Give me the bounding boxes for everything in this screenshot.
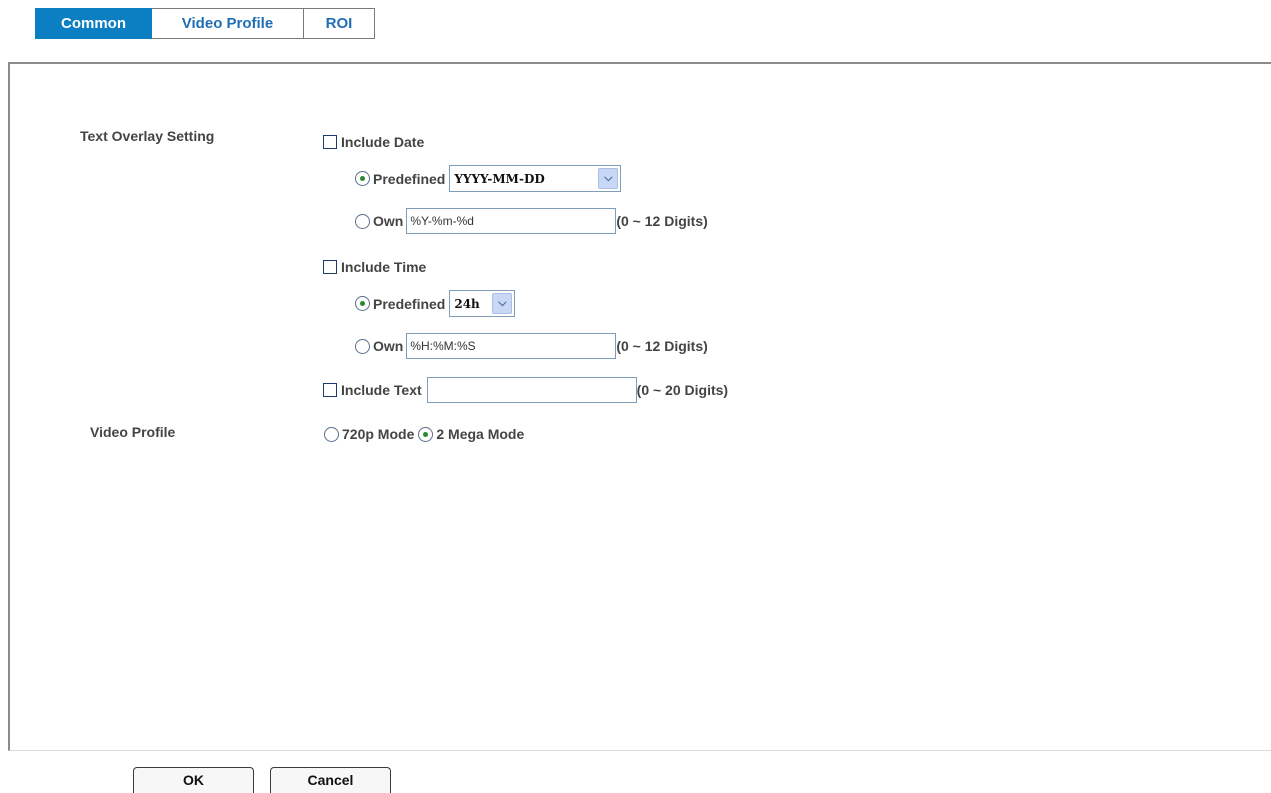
date-format-select[interactable]: YYYY-MM-DD ⌵ (449, 165, 622, 192)
date-own-row: Own %Y-%m-%d (0 ~ 12 Digits) (355, 208, 708, 234)
date-own-input[interactable]: %Y-%m-%d (406, 208, 617, 234)
include-date-checkbox[interactable] (323, 135, 337, 149)
video-720p-radio[interactable] (324, 426, 339, 442)
include-text-row: Include Text (0 ~ 20 Digits) (323, 377, 728, 403)
video-2mega-label: 2 Mega Mode (436, 426, 525, 442)
time-own-row: Own %H:%M:%S (0 ~ 12 Digits) (355, 333, 708, 359)
include-text-hint: (0 ~ 20 Digits) (636, 382, 729, 398)
include-text-checkbox[interactable] (323, 383, 337, 397)
video-profile-label: Video Profile (90, 424, 176, 440)
tab-bar: Common Video Profile ROI (35, 8, 375, 40)
cancel-button[interactable]: Cancel (270, 767, 391, 793)
time-format-value: 24h (454, 296, 480, 311)
time-predefined-label: Predefined (373, 295, 446, 312)
include-time-checkbox[interactable] (323, 260, 337, 274)
time-own-label: Own (373, 338, 404, 354)
time-own-input[interactable]: %H:%M:%S (406, 333, 617, 359)
include-text-label: Include Text (341, 382, 422, 398)
video-profile-row: 720p Mode 2 Mega Mode (324, 426, 524, 442)
include-text-input[interactable] (426, 377, 637, 403)
text-overlay-setting-label: Text Overlay Setting (80, 128, 215, 144)
chevron-down-icon[interactable]: ⌵ (492, 293, 513, 314)
tab-roi[interactable]: ROI (304, 8, 375, 39)
date-predefined-row: Predefined YYYY-MM-DD ⌵ (355, 165, 622, 192)
date-own-hint: (0 ~ 12 Digits) (616, 213, 708, 229)
chevron-down-icon[interactable]: ⌵ (598, 168, 619, 189)
time-predefined-radio[interactable] (355, 296, 370, 311)
time-predefined-row: Predefined 24h ⌵ (355, 290, 516, 317)
include-time-label: Include Time (341, 259, 427, 275)
time-own-hint: (0 ~ 12 Digits) (616, 338, 708, 354)
tab-video-profile[interactable]: Video Profile (152, 8, 304, 39)
include-date-row: Include Date (323, 134, 424, 150)
time-own-radio[interactable] (355, 338, 370, 354)
video-720p-label: 720p Mode (342, 426, 415, 442)
date-own-radio[interactable] (355, 213, 370, 229)
include-time-row: Include Time (323, 259, 426, 275)
settings-panel (8, 62, 1271, 751)
date-format-value: YYYY-MM-DD (454, 171, 545, 186)
date-predefined-label: Predefined (373, 170, 446, 187)
date-predefined-radio[interactable] (355, 171, 370, 186)
date-own-label: Own (373, 213, 404, 229)
include-date-label: Include Date (341, 134, 425, 150)
time-format-select[interactable]: 24h ⌵ (449, 290, 516, 317)
tab-common[interactable]: Common (35, 8, 152, 39)
ok-button[interactable]: OK (133, 767, 254, 793)
video-2mega-radio[interactable] (418, 426, 434, 442)
